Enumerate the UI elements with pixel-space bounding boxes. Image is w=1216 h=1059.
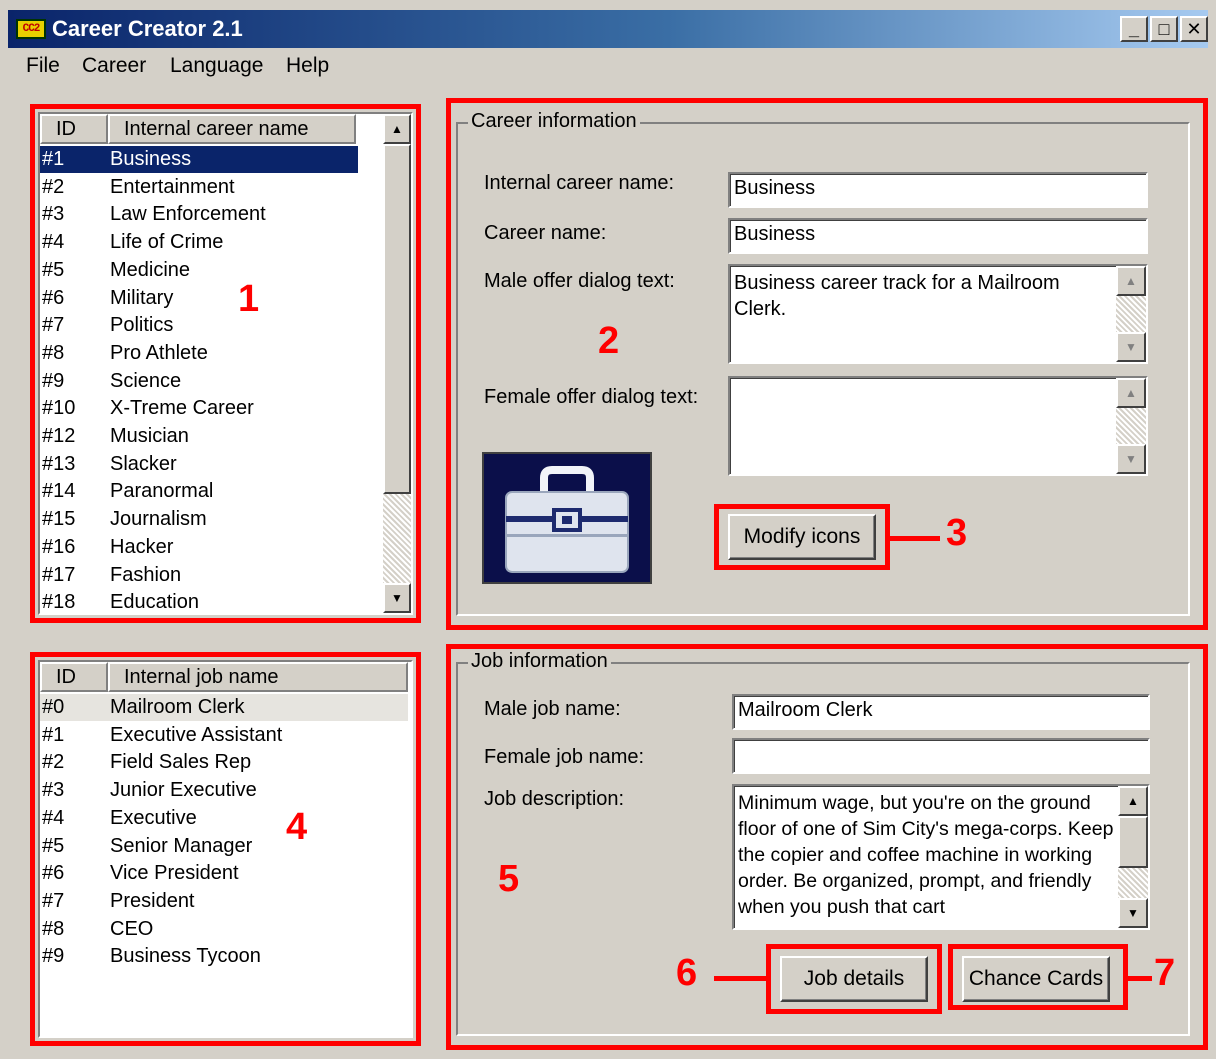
minimize-button[interactable]: _ bbox=[1120, 16, 1148, 42]
app-icon[interactable]: CC2 bbox=[16, 19, 46, 39]
annotation-label-1: 1 bbox=[238, 278, 260, 320]
annotation-label-4: 4 bbox=[286, 806, 308, 848]
annotation-label-2: 2 bbox=[598, 320, 620, 362]
annotation-box-1 bbox=[30, 104, 421, 623]
annotation-label-5: 5 bbox=[498, 858, 520, 900]
maximize-button[interactable]: □ bbox=[1150, 16, 1178, 42]
close-button[interactable]: ✕ bbox=[1180, 16, 1208, 42]
menu-help[interactable]: Help bbox=[286, 54, 329, 78]
window-title: Career Creator 2.1 bbox=[52, 16, 243, 41]
annotation-box-2 bbox=[446, 98, 1208, 630]
menu-language[interactable]: Language bbox=[170, 54, 263, 78]
menu-career[interactable]: Career bbox=[82, 54, 146, 78]
title-bar[interactable]: CC2 Career Creator 2.1 bbox=[8, 10, 1208, 48]
menu-file[interactable]: File bbox=[26, 54, 60, 78]
annotation-box-4 bbox=[30, 652, 421, 1046]
annotation-box-5 bbox=[446, 644, 1208, 1050]
